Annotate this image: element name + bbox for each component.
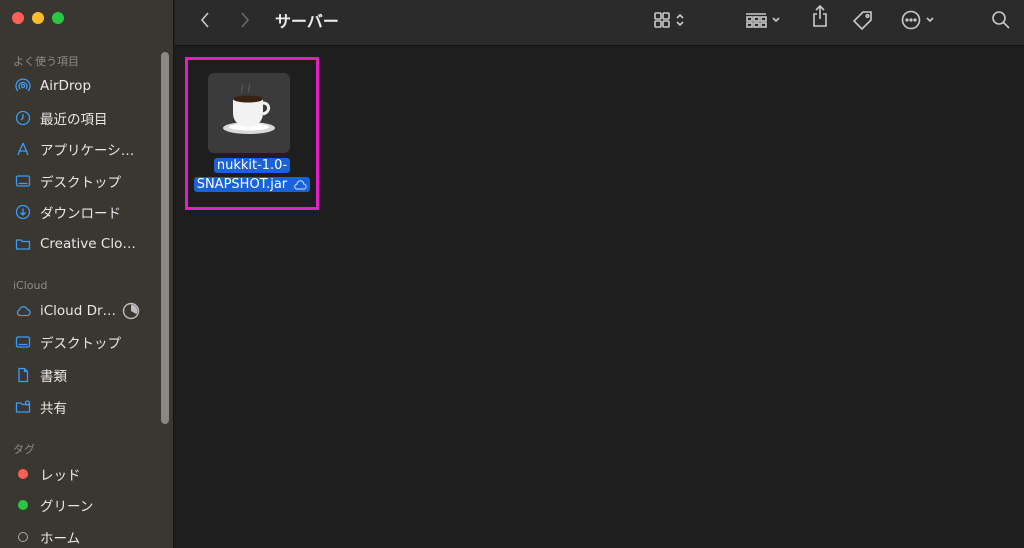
download-icon bbox=[14, 203, 32, 221]
sidebar-item-downloads[interactable]: ダウンロード bbox=[14, 201, 159, 223]
more-actions-button[interactable] bbox=[901, 10, 935, 30]
chevron-left-icon bbox=[200, 12, 209, 28]
file-browser-content[interactable]: nukkit-1.0- SNAPSHOT.jar bbox=[175, 47, 1024, 548]
sidebar-item-label: 最近の項目 bbox=[40, 112, 108, 128]
chevron-right-icon bbox=[241, 12, 250, 28]
sidebar-item-label: アプリケーシ… bbox=[40, 143, 135, 159]
favorites-section-title: よく使う項目 bbox=[13, 55, 79, 68]
group-by-button[interactable] bbox=[745, 10, 781, 30]
sidebar-item-creative-cloud[interactable]: Creative Clo… bbox=[14, 233, 159, 255]
window-title: サーバー bbox=[275, 12, 339, 31]
icloud-section-title: iCloud bbox=[13, 279, 48, 292]
file-name[interactable]: nukkit-1.0- SNAPSHOT.jar bbox=[188, 156, 316, 194]
file-name-line2-text: SNAPSHOT.jar bbox=[196, 177, 288, 192]
sidebar-item-label: ホーム bbox=[40, 531, 81, 547]
share-button[interactable] bbox=[811, 4, 829, 27]
tag-icon bbox=[852, 11, 872, 30]
file-name-line2: SNAPSHOT.jar bbox=[193, 177, 311, 192]
shared-folder-icon bbox=[14, 398, 32, 416]
sidebar-item-desktop[interactable]: デスクトップ bbox=[14, 170, 159, 192]
sidebar-item-recents[interactable]: 最近の項目 bbox=[14, 107, 159, 129]
chevron-down-icon bbox=[926, 17, 934, 23]
view-mode-button[interactable] bbox=[653, 10, 685, 30]
sidebar-item-airdrop[interactable]: AirDrop bbox=[14, 75, 159, 97]
close-window-button[interactable] bbox=[12, 12, 24, 24]
file-name-line1: nukkit-1.0- bbox=[213, 158, 291, 173]
sidebar: よく使う項目 AirDrop 最近の項目 アプリケーシ… デスクトップ ダウンロ… bbox=[0, 0, 174, 548]
tags-button[interactable] bbox=[852, 10, 874, 30]
icon-grid-icon bbox=[654, 12, 670, 28]
cloud-icon bbox=[14, 302, 32, 320]
sidebar-item-label: レッド bbox=[40, 468, 81, 484]
back-button[interactable] bbox=[199, 10, 211, 30]
zoom-window-button[interactable] bbox=[52, 12, 64, 24]
search-icon bbox=[992, 11, 1010, 29]
minimize-window-button[interactable] bbox=[32, 12, 44, 24]
ellipsis-circle-icon bbox=[901, 10, 921, 30]
tags-section-title: タグ bbox=[13, 443, 35, 456]
document-icon bbox=[14, 366, 32, 384]
empty-tag-dot-icon bbox=[14, 528, 32, 546]
desktop-icon bbox=[14, 172, 32, 190]
folder-icon bbox=[14, 235, 32, 253]
clock-icon bbox=[14, 109, 32, 127]
applications-icon bbox=[14, 140, 32, 158]
sidebar-item-tag-red[interactable]: レッド bbox=[14, 463, 159, 485]
desktop-icon bbox=[14, 333, 32, 351]
share-icon bbox=[813, 4, 827, 27]
window-controls bbox=[12, 12, 64, 24]
cloud-icon bbox=[294, 179, 307, 189]
chevron-updown-icon bbox=[676, 13, 684, 27]
sidebar-item-label: 共有 bbox=[40, 401, 67, 417]
search-button[interactable] bbox=[991, 10, 1011, 30]
toolbar: サーバー bbox=[175, 0, 1024, 46]
java-coffee-cup-icon bbox=[208, 73, 290, 153]
file-item[interactable]: nukkit-1.0- SNAPSHOT.jar bbox=[185, 57, 319, 210]
sidebar-item-shared[interactable]: 共有 bbox=[14, 396, 159, 418]
sidebar-item-tag-green[interactable]: グリーン bbox=[14, 494, 159, 516]
sidebar-item-label: グリーン bbox=[40, 499, 94, 515]
sidebar-item-label: AirDrop bbox=[40, 78, 92, 94]
sidebar-item-label: デスクトップ bbox=[40, 175, 121, 191]
sidebar-scrollbar[interactable] bbox=[161, 52, 169, 424]
red-tag-dot-icon bbox=[14, 465, 32, 483]
sidebar-item-documents[interactable]: 書類 bbox=[14, 364, 159, 386]
sidebar-item-label: iCloud Dr… bbox=[40, 303, 117, 319]
sidebar-item-icloud-desktop[interactable]: デスクトップ bbox=[14, 331, 159, 353]
sidebar-item-label: Creative Clo… bbox=[40, 236, 136, 252]
group-grid-icon bbox=[746, 13, 767, 28]
forward-button[interactable] bbox=[239, 10, 251, 30]
sidebar-item-label: デスクトップ bbox=[40, 336, 121, 352]
green-tag-dot-icon bbox=[14, 496, 32, 514]
chevron-down-icon bbox=[772, 17, 780, 23]
airdrop-icon bbox=[14, 77, 32, 95]
sidebar-item-tag-home[interactable]: ホーム bbox=[14, 526, 159, 548]
sidebar-item-label: ダウンロード bbox=[40, 206, 121, 222]
sidebar-item-label: 書類 bbox=[40, 369, 67, 385]
icloud-progress-icon bbox=[122, 302, 140, 320]
sidebar-item-applications[interactable]: アプリケーシ… bbox=[14, 138, 159, 160]
sidebar-item-icloud-drive[interactable]: iCloud Dr… bbox=[14, 300, 159, 322]
